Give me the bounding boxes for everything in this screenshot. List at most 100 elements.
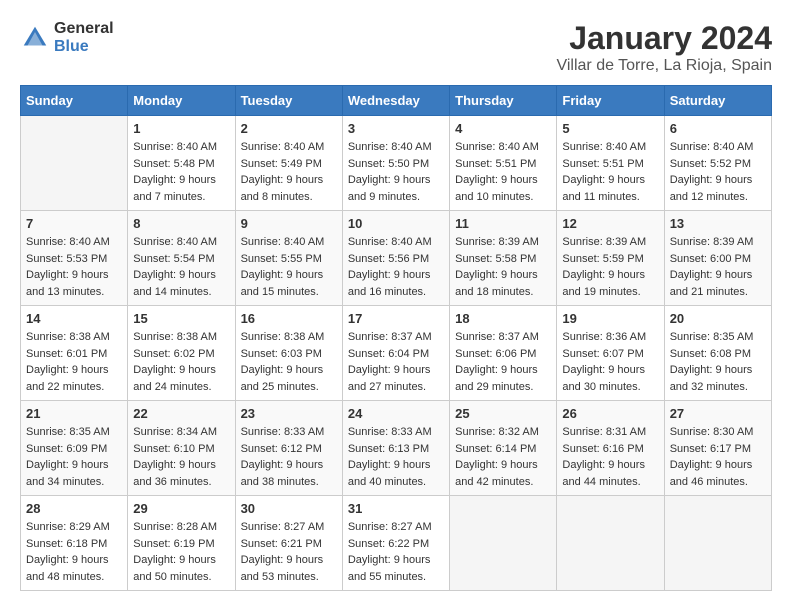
logo-text: General Blue xyxy=(54,20,114,56)
calendar-cell: 3 Sunrise: 8:40 AMSunset: 5:50 PMDayligh… xyxy=(342,116,449,211)
day-number: 13 xyxy=(670,216,766,231)
calendar-cell: 9 Sunrise: 8:40 AMSunset: 5:55 PMDayligh… xyxy=(235,211,342,306)
day-info: Sunrise: 8:38 AMSunset: 6:03 PMDaylight:… xyxy=(241,329,337,395)
day-number: 30 xyxy=(241,501,337,516)
day-number: 19 xyxy=(562,311,658,326)
day-info: Sunrise: 8:40 AMSunset: 5:55 PMDaylight:… xyxy=(241,234,337,300)
day-info: Sunrise: 8:32 AMSunset: 6:14 PMDaylight:… xyxy=(455,424,551,490)
day-number: 18 xyxy=(455,311,551,326)
day-info: Sunrise: 8:37 AMSunset: 6:06 PMDaylight:… xyxy=(455,329,551,395)
day-info: Sunrise: 8:40 AMSunset: 5:51 PMDaylight:… xyxy=(455,139,551,205)
calendar-cell: 7 Sunrise: 8:40 AMSunset: 5:53 PMDayligh… xyxy=(21,211,128,306)
day-number: 16 xyxy=(241,311,337,326)
day-number: 31 xyxy=(348,501,444,516)
day-number: 14 xyxy=(26,311,122,326)
day-number: 11 xyxy=(455,216,551,231)
day-number: 22 xyxy=(133,406,229,421)
day-number: 5 xyxy=(562,121,658,136)
title-area: January 2024 Villar de Torre, La Rioja, … xyxy=(556,20,772,75)
calendar-table: SundayMondayTuesdayWednesdayThursdayFrid… xyxy=(20,85,772,591)
calendar-cell: 14 Sunrise: 8:38 AMSunset: 6:01 PMDaylig… xyxy=(21,306,128,401)
day-number: 21 xyxy=(26,406,122,421)
day-number: 25 xyxy=(455,406,551,421)
day-number: 20 xyxy=(670,311,766,326)
header-day-saturday: Saturday xyxy=(664,86,771,116)
header-day-friday: Friday xyxy=(557,86,664,116)
header-day-wednesday: Wednesday xyxy=(342,86,449,116)
day-info: Sunrise: 8:40 AMSunset: 5:53 PMDaylight:… xyxy=(26,234,122,300)
calendar-week-row: 28 Sunrise: 8:29 AMSunset: 6:18 PMDaylig… xyxy=(21,496,772,591)
calendar-cell: 28 Sunrise: 8:29 AMSunset: 6:18 PMDaylig… xyxy=(21,496,128,591)
header-day-sunday: Sunday xyxy=(21,86,128,116)
calendar-cell: 10 Sunrise: 8:40 AMSunset: 5:56 PMDaylig… xyxy=(342,211,449,306)
day-number: 8 xyxy=(133,216,229,231)
calendar-cell: 26 Sunrise: 8:31 AMSunset: 6:16 PMDaylig… xyxy=(557,401,664,496)
day-info: Sunrise: 8:27 AMSunset: 6:21 PMDaylight:… xyxy=(241,519,337,585)
day-number: 1 xyxy=(133,121,229,136)
header-day-thursday: Thursday xyxy=(450,86,557,116)
calendar-cell xyxy=(664,496,771,591)
day-info: Sunrise: 8:39 AMSunset: 5:59 PMDaylight:… xyxy=(562,234,658,300)
calendar-week-row: 14 Sunrise: 8:38 AMSunset: 6:01 PMDaylig… xyxy=(21,306,772,401)
day-info: Sunrise: 8:35 AMSunset: 6:08 PMDaylight:… xyxy=(670,329,766,395)
day-number: 10 xyxy=(348,216,444,231)
calendar-cell: 31 Sunrise: 8:27 AMSunset: 6:22 PMDaylig… xyxy=(342,496,449,591)
calendar-cell: 22 Sunrise: 8:34 AMSunset: 6:10 PMDaylig… xyxy=(128,401,235,496)
day-number: 7 xyxy=(26,216,122,231)
day-info: Sunrise: 8:36 AMSunset: 6:07 PMDaylight:… xyxy=(562,329,658,395)
day-number: 24 xyxy=(348,406,444,421)
calendar-cell xyxy=(21,116,128,211)
calendar-cell: 21 Sunrise: 8:35 AMSunset: 6:09 PMDaylig… xyxy=(21,401,128,496)
day-info: Sunrise: 8:40 AMSunset: 5:49 PMDaylight:… xyxy=(241,139,337,205)
day-number: 9 xyxy=(241,216,337,231)
calendar-cell: 17 Sunrise: 8:37 AMSunset: 6:04 PMDaylig… xyxy=(342,306,449,401)
location-title: Villar de Torre, La Rioja, Spain xyxy=(556,57,772,75)
day-number: 23 xyxy=(241,406,337,421)
calendar-cell: 1 Sunrise: 8:40 AMSunset: 5:48 PMDayligh… xyxy=(128,116,235,211)
calendar-cell: 6 Sunrise: 8:40 AMSunset: 5:52 PMDayligh… xyxy=(664,116,771,211)
day-info: Sunrise: 8:40 AMSunset: 5:54 PMDaylight:… xyxy=(133,234,229,300)
day-info: Sunrise: 8:39 AMSunset: 5:58 PMDaylight:… xyxy=(455,234,551,300)
day-info: Sunrise: 8:38 AMSunset: 6:02 PMDaylight:… xyxy=(133,329,229,395)
calendar-week-row: 7 Sunrise: 8:40 AMSunset: 5:53 PMDayligh… xyxy=(21,211,772,306)
day-info: Sunrise: 8:33 AMSunset: 6:13 PMDaylight:… xyxy=(348,424,444,490)
header: General Blue January 2024 Villar de Torr… xyxy=(20,20,772,75)
calendar-cell: 2 Sunrise: 8:40 AMSunset: 5:49 PMDayligh… xyxy=(235,116,342,211)
day-number: 15 xyxy=(133,311,229,326)
calendar-cell: 19 Sunrise: 8:36 AMSunset: 6:07 PMDaylig… xyxy=(557,306,664,401)
day-info: Sunrise: 8:37 AMSunset: 6:04 PMDaylight:… xyxy=(348,329,444,395)
day-number: 3 xyxy=(348,121,444,136)
calendar-cell: 30 Sunrise: 8:27 AMSunset: 6:21 PMDaylig… xyxy=(235,496,342,591)
calendar-week-row: 21 Sunrise: 8:35 AMSunset: 6:09 PMDaylig… xyxy=(21,401,772,496)
header-day-monday: Monday xyxy=(128,86,235,116)
calendar-cell: 11 Sunrise: 8:39 AMSunset: 5:58 PMDaylig… xyxy=(450,211,557,306)
day-number: 12 xyxy=(562,216,658,231)
calendar-cell: 8 Sunrise: 8:40 AMSunset: 5:54 PMDayligh… xyxy=(128,211,235,306)
calendar-cell: 18 Sunrise: 8:37 AMSunset: 6:06 PMDaylig… xyxy=(450,306,557,401)
day-number: 4 xyxy=(455,121,551,136)
day-info: Sunrise: 8:40 AMSunset: 5:51 PMDaylight:… xyxy=(562,139,658,205)
day-number: 2 xyxy=(241,121,337,136)
day-info: Sunrise: 8:40 AMSunset: 5:48 PMDaylight:… xyxy=(133,139,229,205)
day-info: Sunrise: 8:40 AMSunset: 5:56 PMDaylight:… xyxy=(348,234,444,300)
day-info: Sunrise: 8:40 AMSunset: 5:50 PMDaylight:… xyxy=(348,139,444,205)
logo-icon xyxy=(20,23,50,53)
day-number: 26 xyxy=(562,406,658,421)
day-number: 6 xyxy=(670,121,766,136)
day-info: Sunrise: 8:34 AMSunset: 6:10 PMDaylight:… xyxy=(133,424,229,490)
calendar-cell xyxy=(450,496,557,591)
day-number: 27 xyxy=(670,406,766,421)
calendar-cell: 4 Sunrise: 8:40 AMSunset: 5:51 PMDayligh… xyxy=(450,116,557,211)
logo: General Blue xyxy=(20,20,114,56)
calendar-cell: 20 Sunrise: 8:35 AMSunset: 6:08 PMDaylig… xyxy=(664,306,771,401)
calendar-cell: 27 Sunrise: 8:30 AMSunset: 6:17 PMDaylig… xyxy=(664,401,771,496)
day-number: 17 xyxy=(348,311,444,326)
day-number: 29 xyxy=(133,501,229,516)
day-info: Sunrise: 8:38 AMSunset: 6:01 PMDaylight:… xyxy=(26,329,122,395)
calendar-cell: 15 Sunrise: 8:38 AMSunset: 6:02 PMDaylig… xyxy=(128,306,235,401)
calendar-cell: 25 Sunrise: 8:32 AMSunset: 6:14 PMDaylig… xyxy=(450,401,557,496)
calendar-cell: 13 Sunrise: 8:39 AMSunset: 6:00 PMDaylig… xyxy=(664,211,771,306)
day-info: Sunrise: 8:28 AMSunset: 6:19 PMDaylight:… xyxy=(133,519,229,585)
calendar-week-row: 1 Sunrise: 8:40 AMSunset: 5:48 PMDayligh… xyxy=(21,116,772,211)
day-info: Sunrise: 8:33 AMSunset: 6:12 PMDaylight:… xyxy=(241,424,337,490)
